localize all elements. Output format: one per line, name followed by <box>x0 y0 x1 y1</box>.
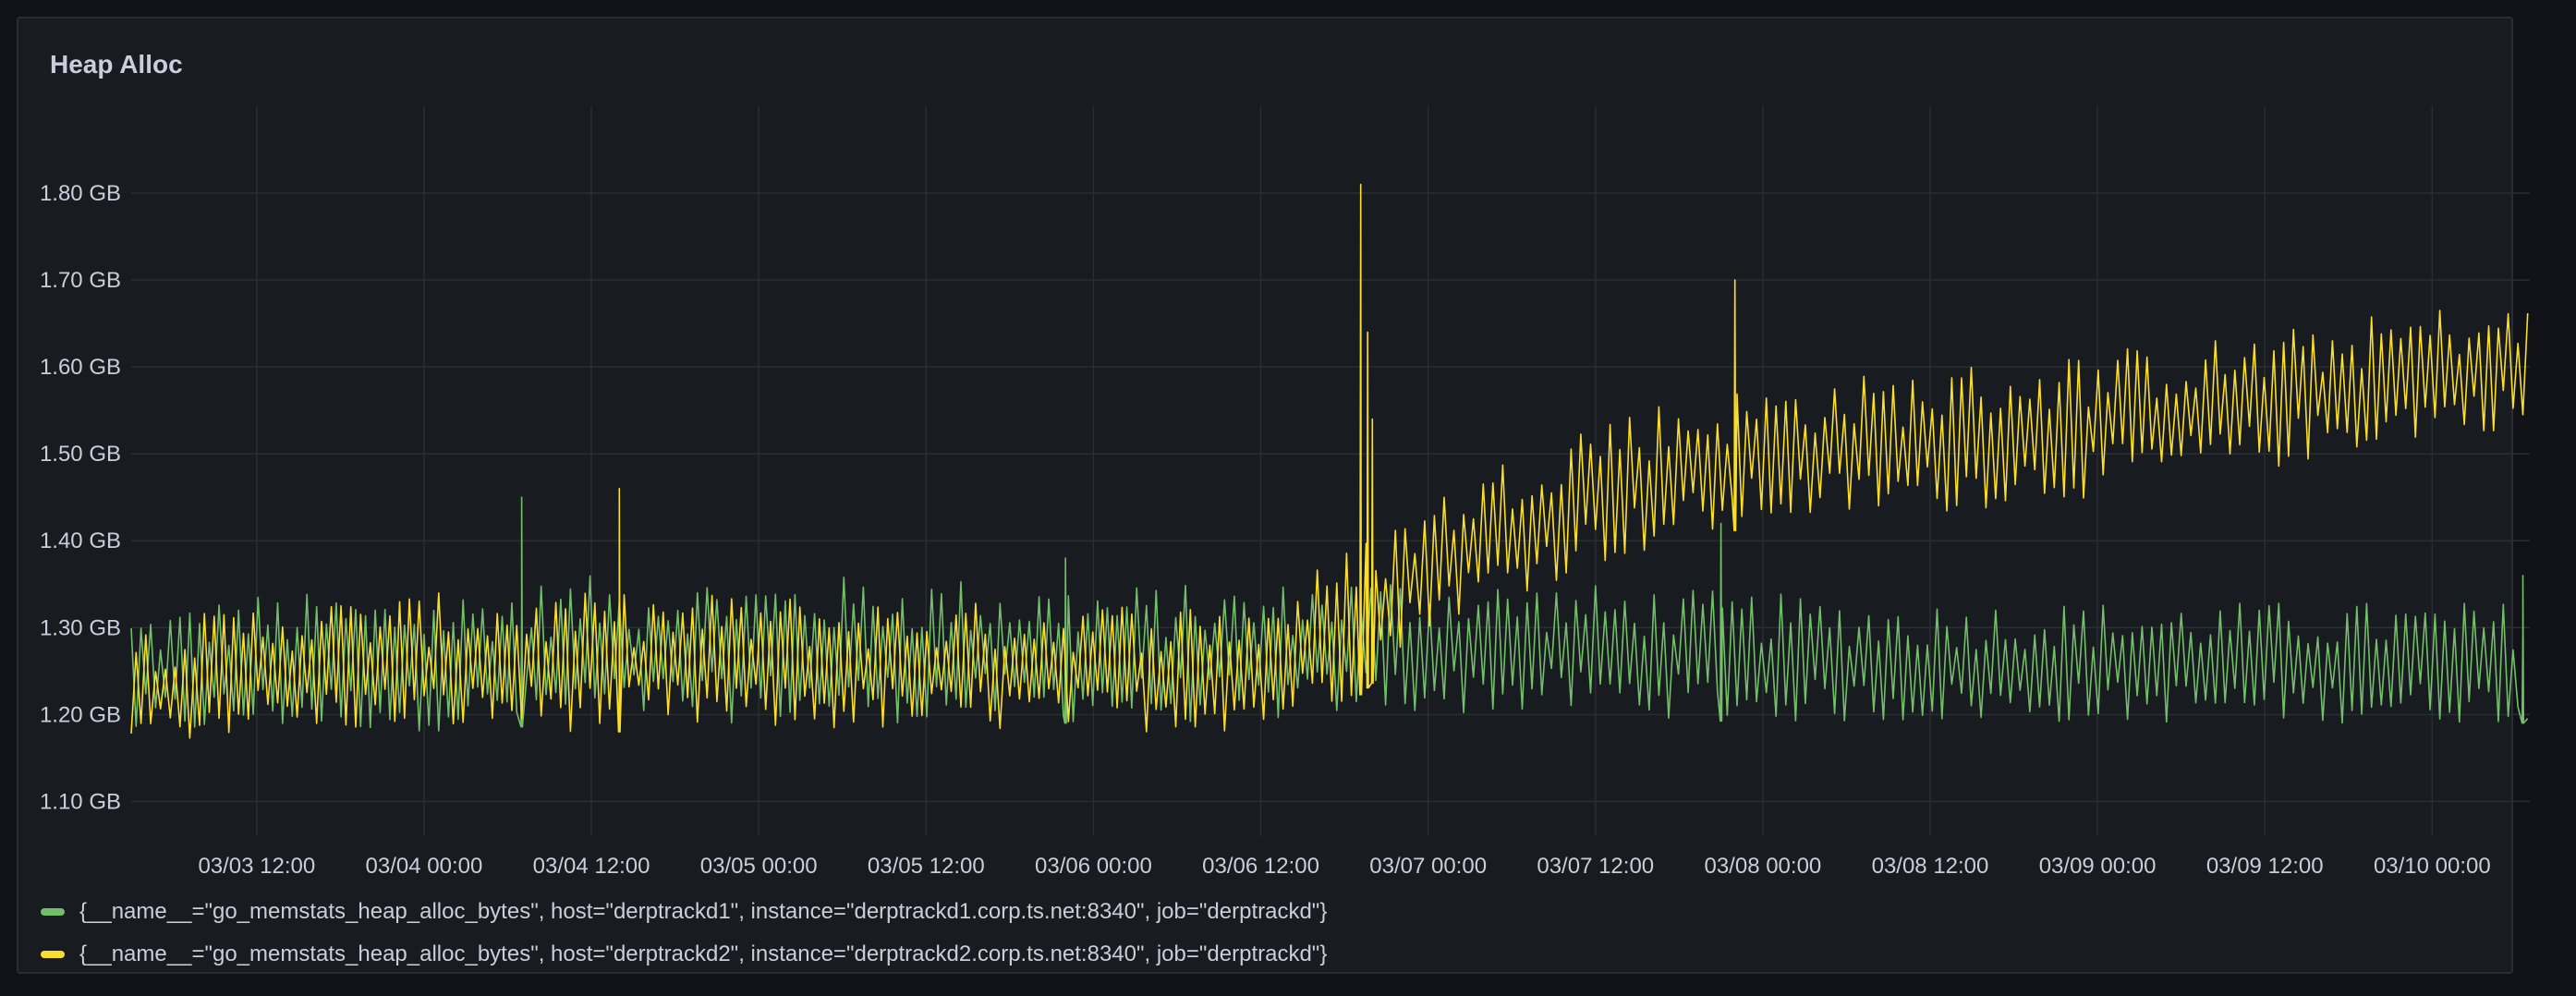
legend-label-series-2: {__name__="go_memstats_heap_alloc_bytes"… <box>79 941 1328 966</box>
x-tick-label: 03/03 12:00 <box>198 854 315 879</box>
y-tick-label: 1.20 GB <box>40 702 121 727</box>
legend-item-series-1[interactable]: {__name__="go_memstats_heap_alloc_bytes"… <box>41 891 1327 933</box>
y-tick-label: 1.10 GB <box>40 789 121 814</box>
x-tick-label: 03/06 12:00 <box>1202 854 1319 879</box>
y-tick-label: 1.70 GB <box>40 268 121 293</box>
x-tick-label: 03/04 00:00 <box>366 854 483 879</box>
x-tick-label: 03/08 12:00 <box>1872 854 1989 879</box>
legend-swatch-series-1 <box>41 908 65 916</box>
x-tick-label: 03/07 12:00 <box>1537 854 1654 879</box>
legend-label-series-1: {__name__="go_memstats_heap_alloc_bytes"… <box>79 899 1328 924</box>
legend-item-series-2[interactable]: {__name__="go_memstats_heap_alloc_bytes"… <box>41 933 1327 976</box>
x-tick-label: 03/10 00:00 <box>2374 854 2491 879</box>
y-tick-label: 1.80 GB <box>40 181 121 206</box>
x-tick-label: 03/05 00:00 <box>700 854 818 879</box>
y-tick-label: 1.40 GB <box>40 528 121 553</box>
x-tick-label: 03/04 12:00 <box>533 854 650 879</box>
x-tick-label: 03/06 00:00 <box>1035 854 1152 879</box>
legend-swatch-series-2 <box>41 951 65 958</box>
x-tick-label: 03/08 00:00 <box>1704 854 1821 879</box>
x-tick-label: 03/05 12:00 <box>868 854 985 879</box>
x-tick-label: 03/07 00:00 <box>1369 854 1487 879</box>
y-tick-label: 1.30 GB <box>40 615 121 640</box>
y-tick-label: 1.50 GB <box>40 442 121 467</box>
y-tick-label: 1.60 GB <box>40 355 121 380</box>
x-tick-label: 03/09 00:00 <box>2039 854 2157 879</box>
legend: {__name__="go_memstats_heap_alloc_bytes"… <box>41 891 1327 976</box>
chart-svg: 1.10 GB 1.20 GB 1.30 GB 1.40 GB 1.50 GB 1.60 … <box>40 106 2530 879</box>
x-tick-label: 03/09 12:00 <box>2206 854 2324 879</box>
